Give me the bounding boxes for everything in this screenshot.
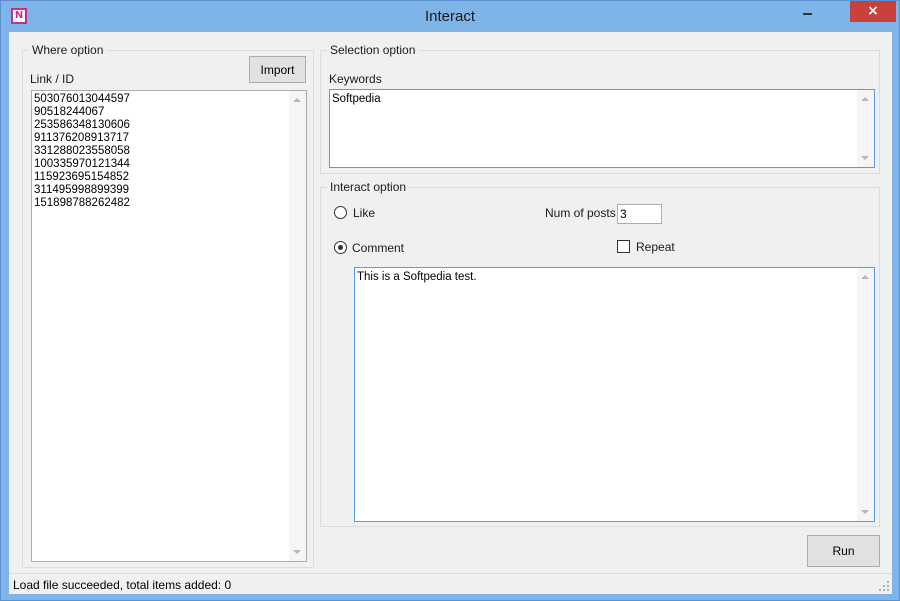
- scroll-up-icon[interactable]: [861, 97, 869, 101]
- num-posts-value: 3: [620, 208, 627, 221]
- comment-radio[interactable]: [334, 241, 347, 254]
- num-posts-label: Num of posts: [545, 206, 616, 220]
- keywords-input[interactable]: Softpedia: [329, 89, 875, 168]
- repeat-label[interactable]: Repeat: [636, 240, 675, 254]
- title-bar[interactable]: N Interact ×: [1, 1, 899, 32]
- client-area: Where option Link / ID Import 5030760130…: [9, 32, 892, 594]
- keywords-scrollbar[interactable]: [857, 90, 874, 167]
- num-posts-input[interactable]: 3: [617, 204, 662, 224]
- link-id-scrollbar[interactable]: [289, 91, 306, 561]
- interact-option-label: Interact option: [327, 180, 410, 194]
- like-radio[interactable]: [334, 206, 347, 219]
- import-button[interactable]: Import: [249, 56, 306, 83]
- link-id-label: Link / ID: [30, 72, 75, 86]
- keywords-value: Softpedia: [332, 93, 381, 105]
- keywords-label: Keywords: [329, 72, 382, 86]
- selection-option-label: Selection option: [327, 43, 419, 57]
- scroll-down-icon[interactable]: [861, 156, 869, 160]
- comment-text: This is a Softpedia test.: [357, 271, 477, 283]
- scroll-down-icon[interactable]: [293, 550, 301, 554]
- status-text: Load file succeeded, total items added: …: [13, 578, 232, 592]
- scroll-up-icon[interactable]: [861, 275, 869, 279]
- minimize-button[interactable]: [794, 1, 821, 22]
- app-window: N Interact × Where option Link / ID Impo…: [0, 0, 900, 601]
- comment-scrollbar[interactable]: [857, 268, 874, 521]
- comment-label[interactable]: Comment: [352, 241, 404, 255]
- status-bar: Load file succeeded, total items added: …: [9, 573, 892, 594]
- scroll-up-icon[interactable]: [293, 98, 301, 102]
- where-option-label: Where option: [29, 43, 107, 57]
- like-label[interactable]: Like: [353, 206, 375, 220]
- scroll-down-icon[interactable]: [861, 510, 869, 514]
- run-button[interactable]: Run: [807, 535, 880, 567]
- window-title: Interact: [424, 8, 476, 25]
- resize-grip-icon[interactable]: [878, 580, 890, 592]
- close-button[interactable]: ×: [850, 1, 896, 22]
- link-id-list: 503076013044597 90518244067 253586348130…: [34, 93, 130, 209]
- comment-textarea[interactable]: This is a Softpedia test.: [354, 267, 875, 522]
- link-id-textarea[interactable]: 503076013044597 90518244067 253586348130…: [31, 90, 307, 562]
- repeat-checkbox[interactable]: [617, 240, 630, 253]
